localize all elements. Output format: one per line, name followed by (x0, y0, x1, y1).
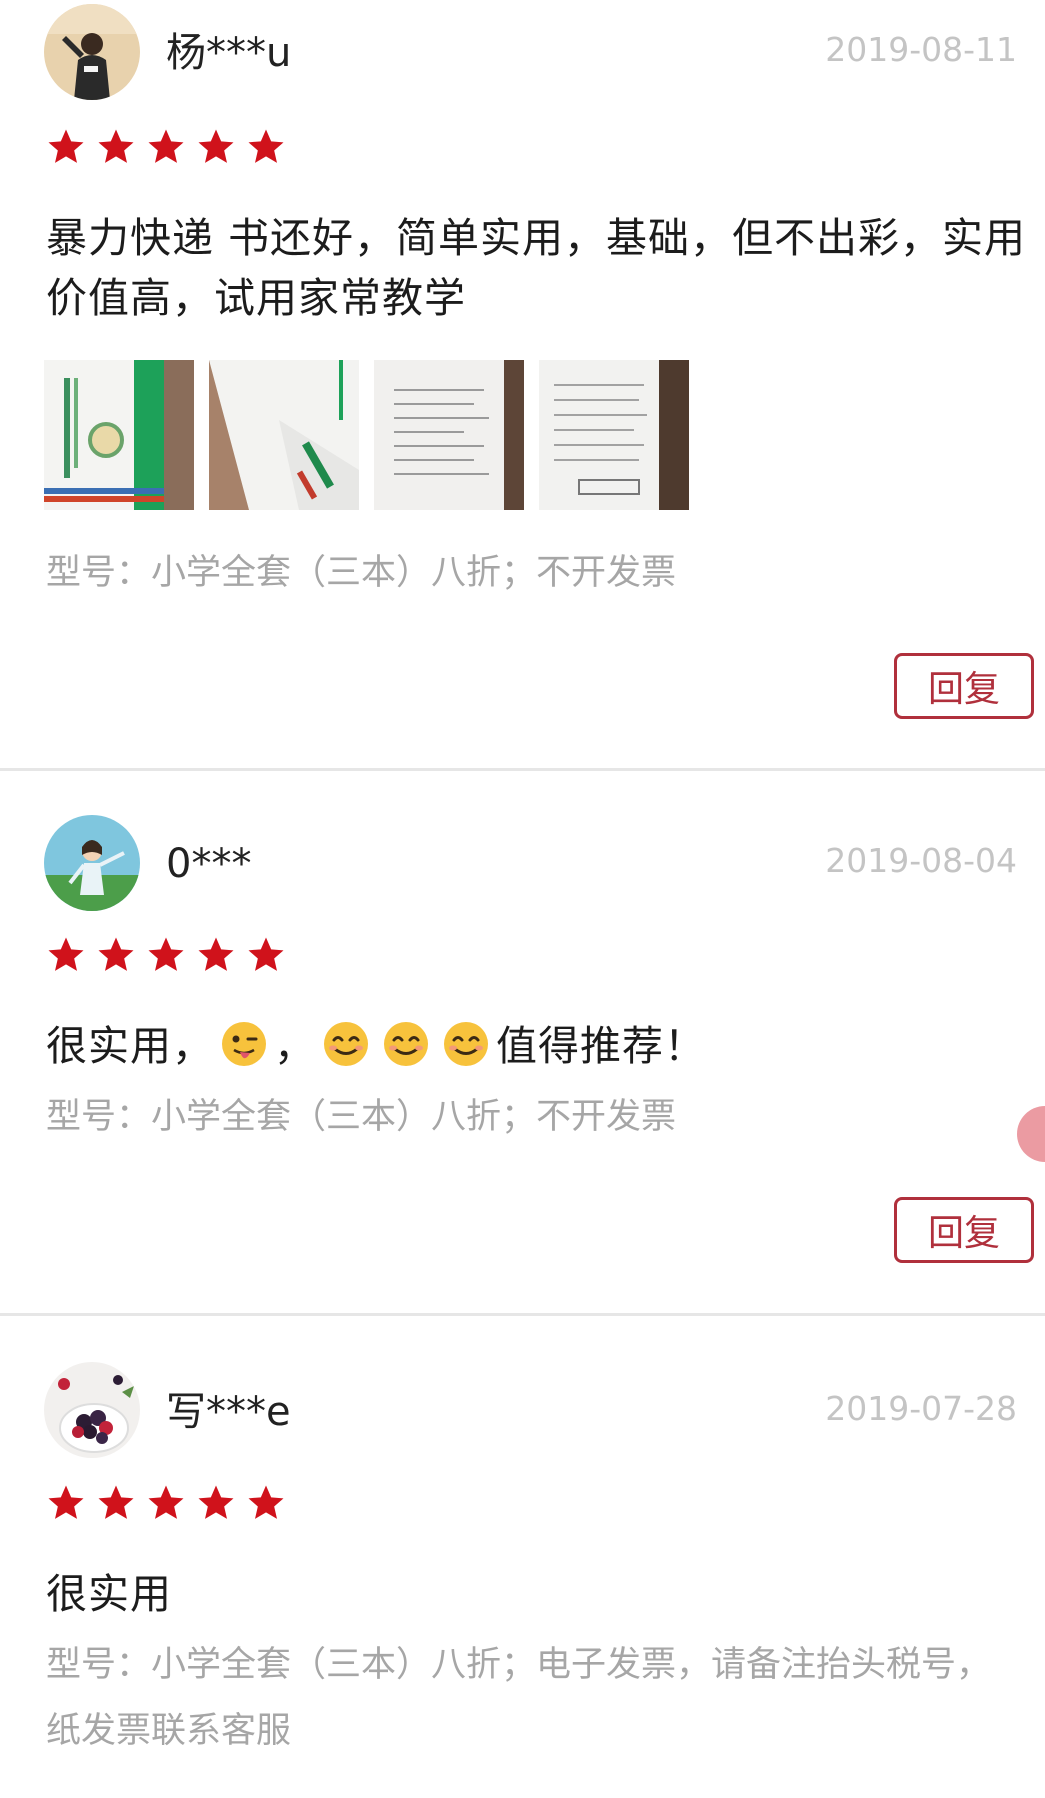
star-icon (248, 129, 284, 163)
star-icon (248, 937, 284, 971)
star-icon (198, 937, 234, 971)
product-model: 型号：小学全套（三本）八折；不开发票 (46, 1097, 677, 1137)
star-icon (98, 1485, 134, 1519)
username: 0*** (166, 841, 252, 887)
review-content: 很实用， ， 值得推荐！ (46, 1016, 1031, 1076)
user-avatar[interactable] (44, 1362, 140, 1458)
star-icon (148, 129, 184, 163)
smiling-emoji-icon (384, 1022, 428, 1066)
star-icon (48, 1485, 84, 1519)
review-photo[interactable] (44, 360, 194, 510)
star-icon (148, 1485, 184, 1519)
winking-tongue-emoji-icon (222, 1022, 266, 1066)
star-rating (46, 127, 286, 167)
review-item: 0*** 2019-08-04 很实用， ， 值得推荐！ 型号：小学全套（三本）… (0, 771, 1045, 1311)
star-icon (48, 129, 84, 163)
user-avatar[interactable] (44, 4, 140, 100)
star-icon (48, 937, 84, 971)
user-avatar[interactable] (44, 815, 140, 911)
username: 杨***u (166, 30, 292, 76)
product-model: 型号：小学全套（三本）八折；不开发票 (46, 553, 677, 593)
star-rating (46, 1483, 286, 1523)
content-text: ， (274, 1022, 316, 1070)
smiling-emoji-icon (324, 1022, 368, 1066)
review-item: 杨***u 2019-08-11 暴力快递 书还好，简单实用，基础，但不出彩，实… (0, 0, 1045, 719)
username: 写***e (166, 1389, 291, 1435)
reply-button[interactable]: 回复 (894, 653, 1034, 719)
star-icon (98, 129, 134, 163)
floating-side-button[interactable] (1017, 1106, 1045, 1162)
review-date: 2019-07-28 (825, 1389, 1017, 1428)
review-content: 暴力快递 书还好，简单实用，基础，但不出彩，实用价值高，试用家常教学 (46, 214, 1027, 322)
product-model: 型号：小学全套（三本）八折；电子发票，请备注抬头税号，纸发票联系客服 (46, 1645, 992, 1751)
review-photo[interactable] (374, 360, 524, 510)
content-text: 很实用， (46, 1022, 214, 1070)
review-item: 写***e 2019-07-28 很实用 型号：小学全套（三本）八折；电子发票，… (0, 1316, 1045, 1798)
star-icon (248, 1485, 284, 1519)
smiling-emoji-icon (444, 1022, 488, 1066)
star-icon (198, 1485, 234, 1519)
star-rating (46, 935, 286, 975)
reply-button[interactable]: 回复 (894, 1197, 1034, 1263)
photo-gallery (44, 360, 689, 510)
review-content: 很实用 (46, 1570, 172, 1618)
review-photo[interactable] (539, 360, 689, 510)
content-text: 值得推荐！ (496, 1022, 706, 1070)
star-icon (198, 129, 234, 163)
review-date: 2019-08-04 (825, 841, 1017, 880)
star-icon (148, 937, 184, 971)
star-icon (98, 937, 134, 971)
review-photo[interactable] (209, 360, 359, 510)
review-date: 2019-08-11 (825, 30, 1017, 69)
